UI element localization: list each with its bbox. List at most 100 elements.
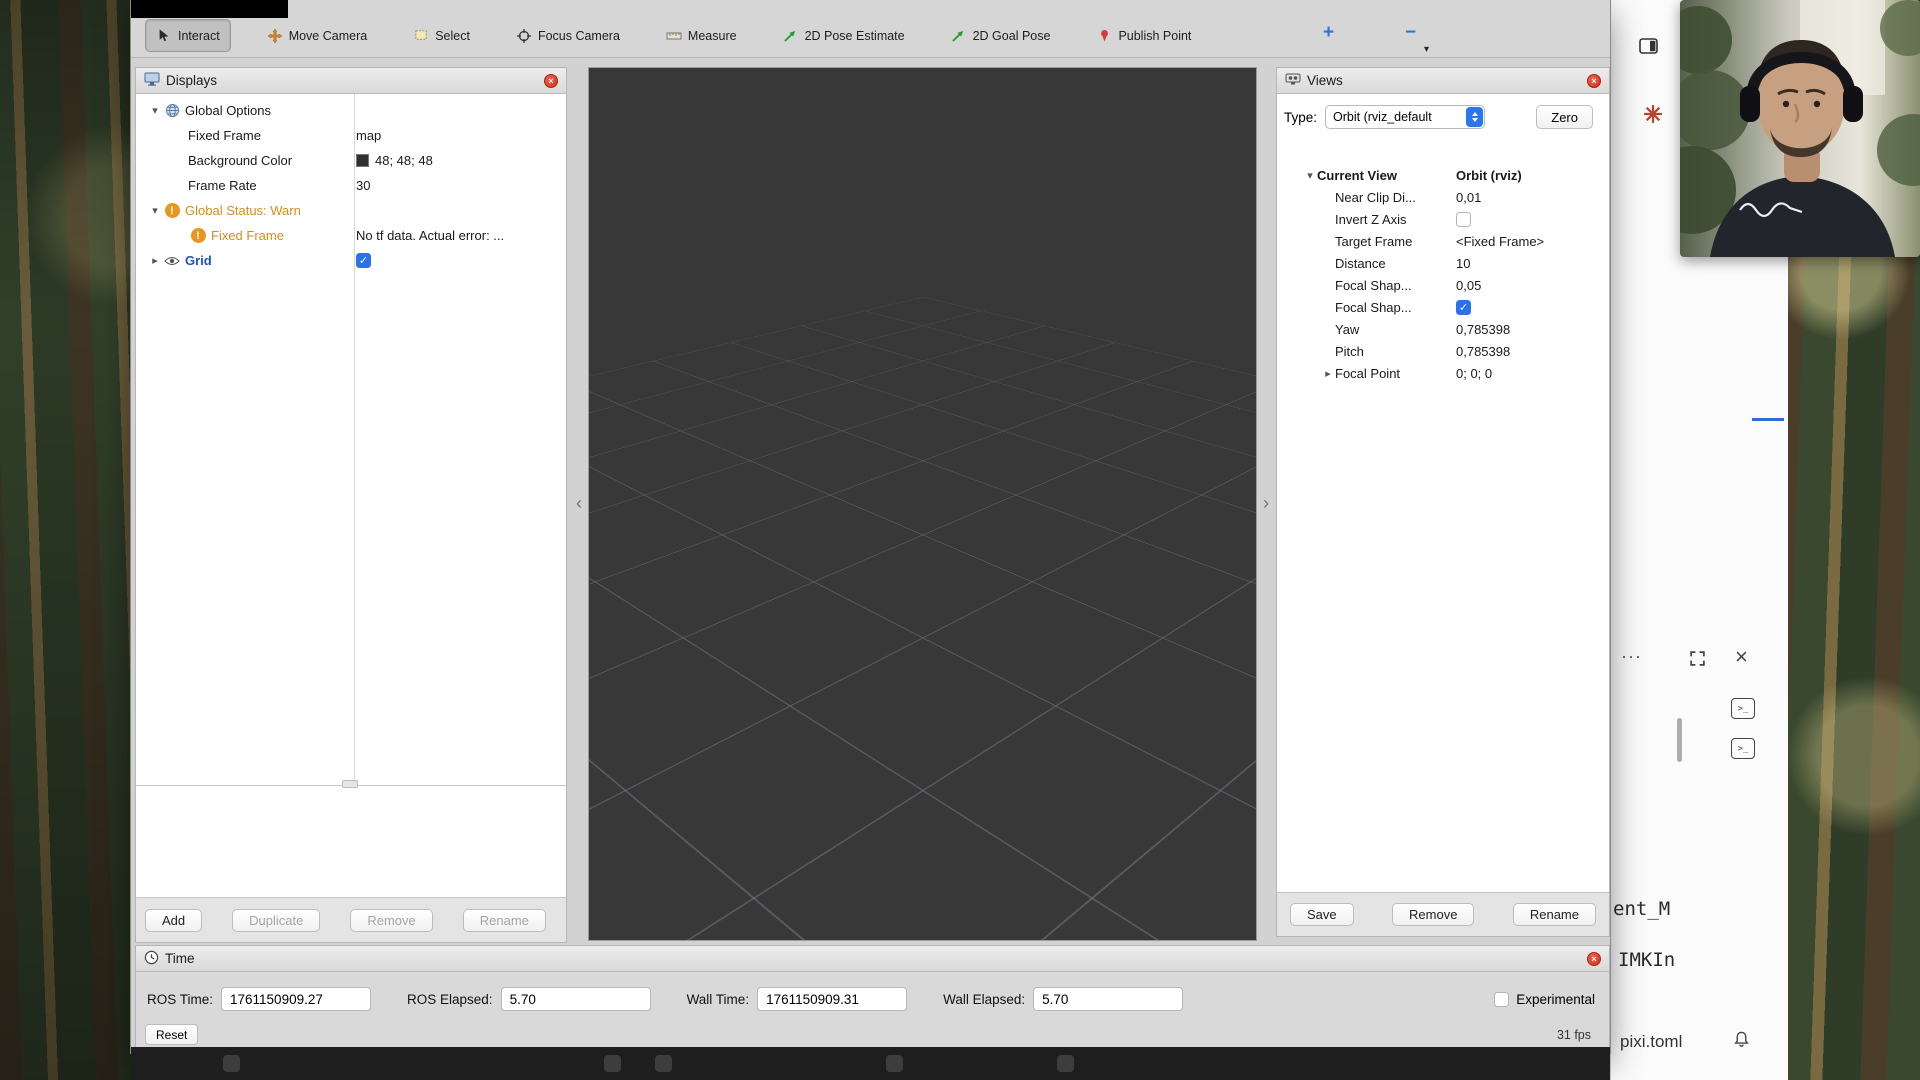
code-snippet: IMKIn	[1618, 949, 1675, 971]
tree-row-grid[interactable]: ▸Grid✓	[136, 248, 566, 273]
tool-move-camera[interactable]: Move Camera	[257, 19, 378, 52]
time-field-label: Wall Time:	[687, 992, 750, 1007]
row-label-cell: Focal Shap...	[1277, 278, 1450, 293]
property-label: Invert Z Axis	[1335, 212, 1407, 227]
tree-row-frame-rate[interactable]: Frame Rate 30	[136, 173, 566, 198]
view-type-select[interactable]: Orbit (rviz_default	[1325, 105, 1485, 129]
tree-row-invert-z-axis[interactable]: Invert Z Axis	[1277, 208, 1609, 230]
checkbox-unchecked[interactable]	[1456, 212, 1471, 227]
close-icon[interactable]: ×	[1735, 644, 1748, 670]
asterisk-icon[interactable]	[1643, 104, 1663, 129]
time-panel-header[interactable]: Time ×	[136, 946, 1609, 972]
tool-measure[interactable]: Measure	[656, 19, 747, 52]
row-label-cell: Background Color	[136, 153, 350, 168]
chevron-down-icon[interactable]: ▾	[148, 104, 162, 117]
property-value[interactable]: 0,01	[1456, 190, 1481, 205]
terminal-icon[interactable]: >_	[1731, 738, 1755, 759]
tree-row-focal-point[interactable]: ▸Focal Point0; 0; 0	[1277, 362, 1609, 384]
collapse-left-handle[interactable]: ‹	[572, 487, 586, 519]
checkbox-unchecked[interactable]	[1494, 992, 1509, 1007]
dock-icon[interactable]	[604, 1055, 621, 1072]
property-value[interactable]: 0,785398	[1456, 344, 1510, 359]
row-label-cell: !Fixed Frame	[136, 228, 350, 243]
panel-layout-icon[interactable]	[1639, 38, 1658, 59]
property-value[interactable]: 0; 0; 0	[1456, 366, 1492, 381]
property-value[interactable]: No tf data. Actual error: ...	[356, 228, 504, 243]
views-remove-button[interactable]: Remove	[1392, 903, 1474, 926]
property-value[interactable]: map	[356, 128, 381, 143]
render-viewport[interactable]	[588, 67, 1257, 941]
tool-select[interactable]: Select	[403, 19, 480, 52]
tree-row-global-status-warn[interactable]: ▾!Global Status: Warn	[136, 198, 566, 223]
chevron-down-icon[interactable]: ▾	[1424, 44, 1429, 55]
time-field-value[interactable]: 5.70	[501, 987, 651, 1011]
dock-icon[interactable]	[1057, 1055, 1074, 1072]
add-tool-button[interactable]: +	[1323, 22, 1334, 44]
chevron-down-icon[interactable]: ▾	[148, 204, 162, 217]
property-value[interactable]: 10	[1456, 256, 1470, 271]
property-value[interactable]: 48; 48; 48	[375, 153, 433, 168]
tree-row-focal-shap[interactable]: Focal Shap...✓	[1277, 296, 1609, 318]
file-tab-pixi-toml[interactable]: pixi.toml	[1620, 1032, 1682, 1052]
overflow-menu-icon[interactable]: ···	[1621, 646, 1642, 667]
tool-pose-estimate[interactable]: 2D Pose Estimate	[773, 19, 915, 52]
checkbox-checked[interactable]: ✓	[1456, 300, 1471, 315]
splitter-grip[interactable]	[342, 780, 358, 788]
terminal-icon[interactable]: >_	[1731, 698, 1755, 719]
publish-point-icon	[1096, 28, 1112, 44]
dock-icon[interactable]	[223, 1055, 240, 1072]
property-value[interactable]: 0,05	[1456, 278, 1481, 293]
close-icon[interactable]: ×	[1587, 952, 1601, 966]
bell-icon[interactable]	[1733, 1030, 1750, 1053]
property-value[interactable]: 30	[356, 178, 370, 193]
chevron-right-icon[interactable]: ▸	[148, 254, 162, 267]
scrollbar-thumb[interactable]	[1677, 718, 1682, 762]
tree-row-yaw[interactable]: Yaw0,785398	[1277, 318, 1609, 340]
zero-button[interactable]: Zero	[1536, 105, 1593, 129]
views-rename-button[interactable]: Rename	[1513, 903, 1596, 926]
tree-row-focal-shap[interactable]: Focal Shap... 0,05	[1277, 274, 1609, 296]
time-field-value[interactable]: 1761150909.27	[221, 987, 371, 1011]
views-save-button[interactable]: Save	[1290, 903, 1354, 926]
expand-icon[interactable]	[1689, 650, 1706, 672]
row-label-cell: Frame Rate	[136, 178, 350, 193]
tree-row-fixed-frame[interactable]: !Fixed Frame No tf data. Actual error: ..…	[136, 223, 566, 248]
rviz-window: Interact Move Camera Select Focus Camera Mea…	[131, 0, 1610, 1053]
tool-interact[interactable]: Interact	[145, 19, 231, 52]
tree-row-distance[interactable]: Distance 10	[1277, 252, 1609, 274]
property-value[interactable]: Orbit (rviz)	[1456, 168, 1522, 183]
tree-row-near-clip-di[interactable]: Near Clip Di...0,01	[1277, 186, 1609, 208]
chevron-down-icon[interactable]: ▾	[1303, 169, 1317, 182]
time-field-value[interactable]: 1761150909.31	[757, 987, 907, 1011]
close-icon[interactable]: ×	[1587, 74, 1601, 88]
tree-row-pitch[interactable]: Pitch0,785398	[1277, 340, 1609, 362]
tool-publish-point[interactable]: Publish Point	[1086, 19, 1201, 52]
displays-panel-header[interactable]: Displays ×	[136, 68, 566, 94]
property-label: Fixed Frame	[188, 128, 261, 143]
tool-goal-pose[interactable]: 2D Goal Pose	[941, 19, 1061, 52]
views-panel-header[interactable]: Views ×	[1277, 68, 1609, 94]
property-value[interactable]: 0,785398	[1456, 322, 1510, 337]
row-label-cell: ▾ Global Options	[136, 103, 350, 118]
property-label: Global Options	[185, 103, 271, 118]
displays-add-button[interactable]: Add	[145, 909, 202, 932]
close-icon[interactable]: ×	[544, 74, 558, 88]
tree-row-global-options[interactable]: ▾ Global Options	[136, 98, 566, 123]
dock-icon[interactable]	[886, 1055, 903, 1072]
tree-row-fixed-frame[interactable]: Fixed Frame map	[136, 123, 566, 148]
webcam-overlay	[1680, 0, 1920, 257]
toolbar: Interact Move Camera Select Focus Camera Mea…	[131, 0, 1610, 58]
property-value[interactable]: <Fixed Frame>	[1456, 234, 1544, 249]
reset-button[interactable]: Reset	[145, 1024, 198, 1045]
remove-tool-button[interactable]: −	[1405, 22, 1416, 44]
tool-focus-camera[interactable]: Focus Camera	[506, 19, 630, 52]
tree-row-background-color[interactable]: Background Color 48; 48; 48	[136, 148, 566, 173]
checkbox-checked[interactable]: ✓	[356, 253, 371, 268]
tree-row-target-frame[interactable]: Target Frame<Fixed Frame>	[1277, 230, 1609, 252]
chevron-right-icon[interactable]: ▸	[1321, 367, 1335, 380]
time-field-value[interactable]: 5.70	[1033, 987, 1183, 1011]
dock-icon[interactable]	[655, 1055, 672, 1072]
collapse-right-handle[interactable]: ›	[1259, 487, 1273, 519]
row-label-cell: Distance	[1277, 256, 1450, 271]
tree-row-current-view[interactable]: ▾Current ViewOrbit (rviz)	[1277, 164, 1609, 186]
